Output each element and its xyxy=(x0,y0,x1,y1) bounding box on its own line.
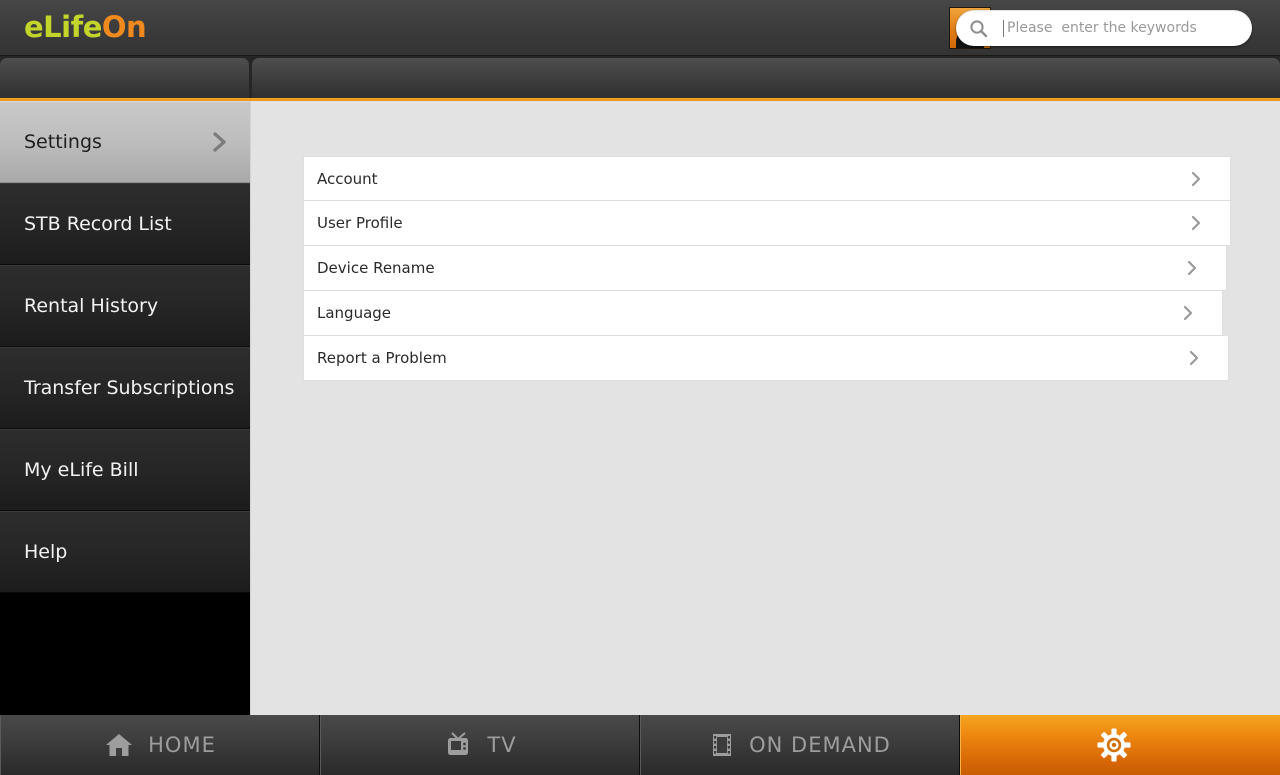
chevron-right-icon xyxy=(1187,260,1197,276)
nav-button-home[interactable]: HOME xyxy=(0,715,320,775)
sidebar-item-help[interactable]: Help xyxy=(0,511,250,593)
tab-strip xyxy=(0,56,1280,100)
chevron-right-icon xyxy=(1191,171,1201,186)
sidebar-item-stb-record-list[interactable]: STB Record List xyxy=(0,183,250,265)
sidebar-item-label: Settings xyxy=(24,131,102,153)
logo-text-primary: eLife xyxy=(24,10,102,44)
home-icon xyxy=(106,734,133,756)
sidebar-item-rental-history[interactable]: Rental History xyxy=(0,265,250,347)
settings-list: Account User Profile Device Rename Langu… xyxy=(303,156,1231,381)
chevron-right-icon xyxy=(213,132,226,152)
settings-row-account[interactable]: Account xyxy=(303,156,1231,201)
sidebar-item-settings[interactable]: Settings xyxy=(0,101,250,183)
search-icon xyxy=(970,19,988,37)
settings-row-device-rename[interactable]: Device Rename xyxy=(303,246,1227,291)
nav-button-settings[interactable] xyxy=(960,715,1280,775)
chevron-right-icon xyxy=(1191,215,1201,231)
bottom-nav: HOME TV ON DEMAND xyxy=(0,715,1280,775)
nav-button-tv[interactable]: TV xyxy=(320,715,640,775)
app-root: eLifeOn Admin Settings xyxy=(0,0,1280,775)
gear-icon xyxy=(1097,728,1130,762)
settings-row-label: Report a Problem xyxy=(317,349,447,367)
sidebar-item-transfer-subscriptions[interactable]: Transfer Subscriptions xyxy=(0,347,250,429)
nav-button-label: HOME xyxy=(148,733,216,757)
nav-button-label: TV xyxy=(487,733,517,757)
settings-row-label: Device Rename xyxy=(317,259,435,277)
tab-panel-content[interactable] xyxy=(252,58,1280,100)
settings-row-language[interactable]: Language xyxy=(303,291,1223,336)
app-header: eLifeOn Admin xyxy=(0,0,1280,56)
settings-row-report-a-problem[interactable]: Report a Problem xyxy=(303,336,1229,381)
sidebar-item-label: My eLife Bill xyxy=(24,459,139,481)
settings-row-label: User Profile xyxy=(317,214,403,232)
nav-button-on-demand[interactable]: ON DEMAND xyxy=(640,715,960,775)
settings-row-label: Account xyxy=(317,169,378,188)
search-text-caret xyxy=(1003,19,1004,37)
settings-row-label: Language xyxy=(317,304,392,322)
logo-text-secondary: On xyxy=(101,10,147,44)
film-strip-icon xyxy=(713,734,732,756)
tab-panel-sidebar[interactable] xyxy=(0,58,249,100)
sidebar-item-label: Rental History xyxy=(24,295,159,317)
chevron-right-icon xyxy=(1183,305,1193,321)
sidebar-item-label: Transfer Subscriptions xyxy=(24,377,235,399)
settings-row-user-profile[interactable]: User Profile xyxy=(303,201,1231,246)
sidebar-item-label: Help xyxy=(24,541,68,563)
nav-button-label: ON DEMAND xyxy=(749,733,891,757)
tv-icon xyxy=(448,732,469,755)
search-box[interactable] xyxy=(956,10,1252,46)
search-input[interactable] xyxy=(1007,13,1252,43)
sidebar-item-my-elife-bill[interactable]: My eLife Bill xyxy=(0,429,250,511)
chevron-right-icon xyxy=(1189,350,1199,366)
app-logo[interactable]: eLifeOn xyxy=(24,10,147,44)
sidebar-item-label: STB Record List xyxy=(24,213,172,235)
sidebar: Settings STB Record List Rental History … xyxy=(0,101,250,775)
content-area: Account User Profile Device Rename Langu… xyxy=(250,101,1280,715)
